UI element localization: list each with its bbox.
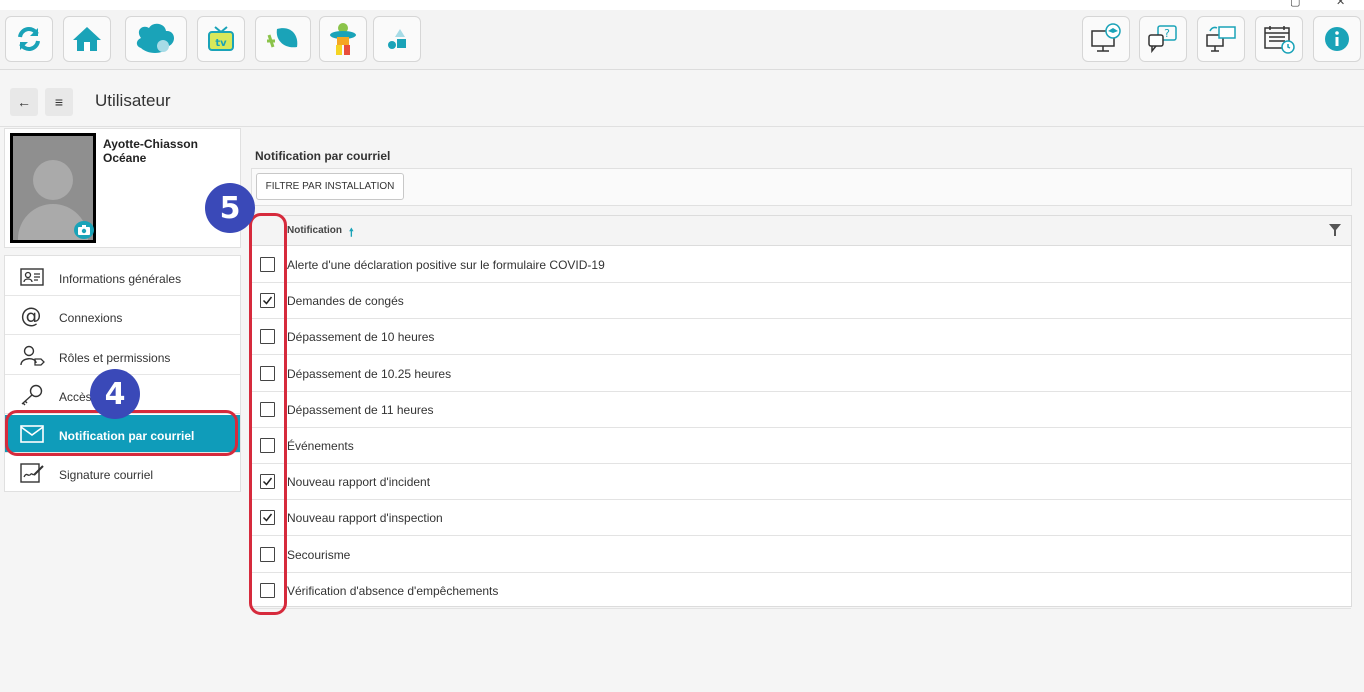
shapes-icon: [388, 29, 406, 49]
filter-icon[interactable]: [1329, 224, 1341, 236]
menu-toggle-button[interactable]: ≡: [45, 88, 73, 116]
table-row: Nouveau rapport d'incident: [252, 464, 1351, 501]
sort-ascending-icon[interactable]: 🠕: [349, 224, 354, 243]
refresh-icon: [18, 27, 40, 51]
info-button[interactable]: [1313, 16, 1361, 62]
table-row: Dépassement de 10.25 heures: [252, 356, 1351, 392]
signature-icon: [20, 463, 44, 483]
at-icon: @: [21, 305, 42, 327]
table-row: Événements: [252, 428, 1351, 464]
table-row: Secourisme: [252, 537, 1351, 573]
menu-item-label: Informations générales: [59, 272, 182, 286]
window-title-strip: ▢ ✕: [0, 0, 1364, 10]
notification-column-header[interactable]: Notification: [287, 225, 342, 236]
table-row: Dépassement de 11 heures: [252, 392, 1351, 428]
notifications-table: Notification 🠕 Alerte d'une déclaration …: [251, 215, 1352, 609]
table-row: Nouveau rapport d'inspection: [252, 500, 1351, 537]
leaf-drop-icon: [267, 28, 298, 48]
calendar-clock-icon: [1264, 26, 1295, 54]
step4-badge: 4: [90, 369, 140, 419]
help-chat-icon: ?: [1148, 25, 1177, 54]
table-row: Vérification d'absence d'empêchements: [252, 573, 1351, 609]
profile-card: Ayotte-Chiasson Océane: [4, 128, 241, 248]
step5-badge: 5: [205, 183, 255, 233]
svg-text:tv: tv: [215, 38, 227, 49]
calendar-button[interactable]: [1255, 16, 1303, 62]
row-label: Dépassement de 10 heures: [287, 330, 435, 345]
info-icon: [1325, 27, 1349, 51]
row-label: Vérification d'absence d'empêchements: [287, 583, 499, 598]
menu-item-label: Signature courriel: [59, 468, 154, 482]
filter-by-installation-button[interactable]: FILTRE PAR INSTALLATION: [256, 173, 404, 200]
close-button[interactable]: ✕: [1336, 0, 1345, 8]
filter-bar: FILTRE PAR INSTALLATION: [251, 168, 1352, 206]
table-row: Dépassement de 10 heures: [252, 319, 1351, 356]
computer-training-icon: [1091, 23, 1121, 52]
menu-item-general-info[interactable]: Informations générales: [5, 258, 240, 296]
table-row: Demandes de congés: [252, 283, 1351, 320]
character-icon: [330, 23, 356, 55]
key-icon: [21, 384, 43, 406]
menu-item-email-signature[interactable]: Signature courriel: [5, 454, 240, 492]
menu-item-connections[interactable]: @ Connexions: [5, 297, 240, 335]
menu-item-label: Rôles et permissions: [59, 351, 171, 365]
help-button[interactable]: ?: [1139, 16, 1187, 62]
minimize-button[interactable]: ▢: [1290, 0, 1300, 8]
home-icon: [73, 27, 101, 51]
id-card-icon: [20, 268, 44, 286]
section-title: Notification par courriel: [255, 149, 391, 163]
svg-text:?: ?: [1164, 27, 1170, 40]
svg-text:@: @: [21, 305, 42, 327]
heart-cloud-icon: [136, 23, 175, 53]
profile-name: Ayotte-Chiasson Océane: [103, 137, 198, 165]
back-button[interactable]: ←: [10, 88, 38, 116]
table-header: Notification 🠕: [252, 216, 1351, 246]
row-label: Événements: [287, 439, 354, 453]
page-header: ← ≡ Utilisateur: [0, 71, 1364, 127]
row-label: Nouveau rapport d'incident: [287, 475, 431, 490]
step5-highlight: [249, 213, 287, 615]
row-label: Demandes de congés: [287, 294, 404, 309]
training-button[interactable]: [1082, 16, 1130, 62]
menu-item-label: Connexions: [59, 311, 123, 325]
user-tag-icon: [20, 345, 45, 366]
home-button[interactable]: [63, 16, 111, 62]
page-title: Utilisateur: [95, 91, 171, 110]
shapes-button[interactable]: [373, 16, 421, 62]
camera-icon[interactable]: [74, 221, 94, 239]
wellness-button[interactable]: [125, 16, 187, 62]
avatar[interactable]: [10, 133, 96, 243]
refresh-button[interactable]: [5, 16, 53, 62]
tv-icon: tv: [208, 26, 234, 51]
row-label: Alerte d'une déclaration positive sur le…: [287, 258, 605, 272]
top-toolbar: tv ?: [0, 10, 1364, 70]
row-label: Dépassement de 11 heures: [287, 402, 434, 417]
sync-screens-icon: [1206, 26, 1236, 52]
menu-item-label: Accès: [59, 390, 92, 404]
back-arrow-icon: ←: [17, 94, 31, 110]
character-button[interactable]: [319, 16, 367, 62]
row-label: Dépassement de 10.25 heures: [287, 366, 452, 381]
tv-button[interactable]: tv: [197, 16, 245, 62]
leaf-button[interactable]: [255, 16, 311, 62]
row-label: Secourisme: [287, 547, 351, 562]
sync-button[interactable]: [1197, 16, 1245, 62]
table-row: Alerte d'une déclaration positive sur le…: [252, 247, 1351, 283]
hamburger-icon: ≡: [54, 94, 64, 110]
row-label: Nouveau rapport d'inspection: [287, 511, 443, 526]
